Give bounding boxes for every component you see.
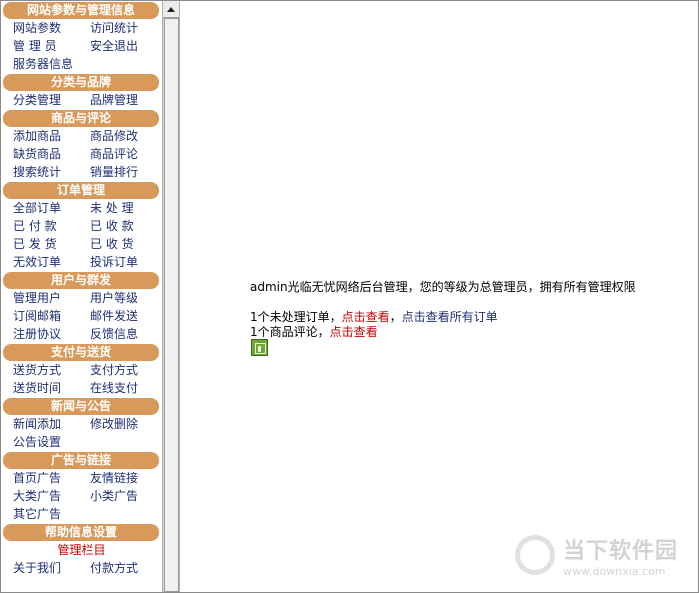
- menu-item-category[interactable]: 分类管理: [13, 91, 90, 109]
- section-ads-links: 广告与链接 首页广告 友情链接 大类广告 小类广告 其它广告: [1, 452, 162, 523]
- menu-item-complaint-orders[interactable]: 投诉订单: [90, 253, 162, 271]
- section-header[interactable]: 分类与品牌: [3, 74, 159, 91]
- menu-item-manage-users[interactable]: 管理用户: [13, 289, 90, 307]
- section-header[interactable]: 支付与送货: [3, 344, 159, 361]
- main-content: admin光临无忧网络后台管理，您的等级为总管理员，拥有所有管理权限 1个未处理…: [180, 1, 697, 592]
- menu-item-manage-columns[interactable]: 管理栏目: [1, 541, 162, 559]
- section-category-brand: 分类与品牌 分类管理 品牌管理: [1, 74, 162, 109]
- arrow-up-icon: [167, 6, 175, 12]
- menu-item-visit-stats[interactable]: 访问统计: [90, 19, 162, 37]
- section-header[interactable]: 用户与群发: [3, 272, 159, 289]
- menu-item-product-reviews[interactable]: 商品评论: [90, 145, 162, 163]
- menu-item-feedback[interactable]: 反馈信息: [90, 325, 162, 343]
- orders-text: 1个未处理订单，: [250, 310, 342, 324]
- menu-item-add-product[interactable]: 添加商品: [13, 127, 90, 145]
- section-header[interactable]: 网站参数与管理信息: [3, 2, 159, 19]
- section-header[interactable]: 帮助信息设置: [3, 524, 159, 541]
- menu-item-brand[interactable]: 品牌管理: [90, 91, 162, 109]
- watermark-title: 当下软件园: [563, 538, 679, 564]
- menu-item-about-us[interactable]: 关于我们: [13, 559, 90, 577]
- menu-item-home-ads[interactable]: 首页广告: [13, 469, 90, 487]
- section-header[interactable]: 订单管理: [3, 182, 159, 199]
- menu-item-sales-ranking[interactable]: 销量排行: [90, 163, 162, 181]
- menu-item-shipping-time[interactable]: 送货时间: [13, 379, 90, 397]
- menu-item-add-news[interactable]: 新闻添加: [13, 415, 90, 433]
- scroll-thumb[interactable]: [164, 18, 179, 592]
- watermark-url: www.downxia.com: [563, 564, 666, 578]
- section-site-params: 网站参数与管理信息 网站参数 访问统计 管 理 员 安全退出 服务器信息: [1, 2, 162, 73]
- menu-item-out-of-stock[interactable]: 缺货商品: [13, 145, 90, 163]
- menu-item-shipping-method[interactable]: 送货方式: [13, 361, 90, 379]
- menu-item-invalid-orders[interactable]: 无效订单: [13, 253, 90, 271]
- reviews-text: 1个商品评论，: [250, 325, 330, 339]
- menu-item-shipped[interactable]: 已 发 货: [13, 235, 90, 253]
- watermark: 当下软件园 www.downxia.com: [515, 520, 695, 590]
- menu-item-send-mail[interactable]: 邮件发送: [90, 307, 162, 325]
- menu-item-subcategory-ads[interactable]: 小类广告: [90, 487, 162, 505]
- menu-item-paid[interactable]: 已 付 款: [13, 217, 90, 235]
- menu-item-search-stats[interactable]: 搜索统计: [13, 163, 90, 181]
- menu-item-received[interactable]: 已 收 货: [90, 235, 162, 253]
- menu-item-payment-method[interactable]: 支付方式: [90, 361, 162, 379]
- menu-item-online-payment[interactable]: 在线支付: [90, 379, 162, 397]
- menu-item-logout[interactable]: 安全退出: [90, 37, 162, 55]
- menu-item-all-orders[interactable]: 全部订单: [13, 199, 90, 217]
- section-products-reviews: 商品与评论 添加商品 商品修改 缺货商品 商品评论 搜索统计 销量排行: [1, 110, 162, 181]
- menu-item-subscriptions[interactable]: 订阅邮箱: [13, 307, 90, 325]
- menu-item-terms[interactable]: 注册协议: [13, 325, 90, 343]
- menu-item-server-info[interactable]: 服务器信息: [13, 55, 90, 73]
- sidebar: 网站参数与管理信息 网站参数 访问统计 管 理 员 安全退出 服务器信息 分类与…: [1, 1, 162, 592]
- section-header[interactable]: 新闻与公告: [3, 398, 159, 415]
- section-header[interactable]: 商品与评论: [3, 110, 159, 127]
- section-users: 用户与群发 管理用户 用户等级 订阅邮箱 邮件发送 注册协议 反馈信息: [1, 272, 162, 343]
- menu-item-payment-info[interactable]: 付款方式: [90, 559, 162, 577]
- welcome-message: admin光临无忧网络后台管理，您的等级为总管理员，拥有所有管理权限: [250, 280, 636, 294]
- sidebar-scrollbar[interactable]: [162, 1, 180, 592]
- section-payment-shipping: 支付与送货 送货方式 支付方式 送货时间 在线支付: [1, 344, 162, 397]
- menu-item-site-params[interactable]: 网站参数: [13, 19, 90, 37]
- section-news: 新闻与公告 新闻添加 修改删除 公告设置: [1, 398, 162, 451]
- menu-item-category-ads[interactable]: 大类广告: [13, 487, 90, 505]
- section-header[interactable]: 广告与链接: [3, 452, 159, 469]
- view-reviews-link[interactable]: 点击查看: [330, 325, 378, 339]
- menu-item-unprocessed[interactable]: 未 处 理: [90, 199, 162, 217]
- document-icon[interactable]: [251, 339, 268, 356]
- section-help: 帮助信息设置 管理栏目 关于我们 付款方式: [1, 524, 162, 577]
- view-all-orders-link[interactable]: 点击查看所有订单: [402, 310, 498, 324]
- menu-item-friend-links[interactable]: 友情链接: [90, 469, 162, 487]
- scroll-up-button[interactable]: [163, 1, 179, 18]
- menu-item-user-levels[interactable]: 用户等级: [90, 289, 162, 307]
- menu-item-edit-news[interactable]: 修改删除: [90, 415, 162, 433]
- view-orders-link[interactable]: 点击查看: [342, 310, 390, 324]
- section-orders: 订单管理 全部订单 未 处 理 已 付 款 已 收 款 已 发 货 已 收 货 …: [1, 182, 162, 271]
- menu-item-other-ads[interactable]: 其它广告: [13, 505, 90, 523]
- menu-item-payment-received[interactable]: 已 收 款: [90, 217, 162, 235]
- separator: ，: [389, 310, 402, 324]
- watermark-logo-icon: [515, 535, 555, 575]
- menu-item-announcement[interactable]: 公告设置: [13, 433, 90, 451]
- menu-item-edit-product[interactable]: 商品修改: [90, 127, 162, 145]
- reviews-line: 1个商品评论，点击查看: [250, 323, 378, 340]
- menu-item-admins[interactable]: 管 理 员: [13, 37, 90, 55]
